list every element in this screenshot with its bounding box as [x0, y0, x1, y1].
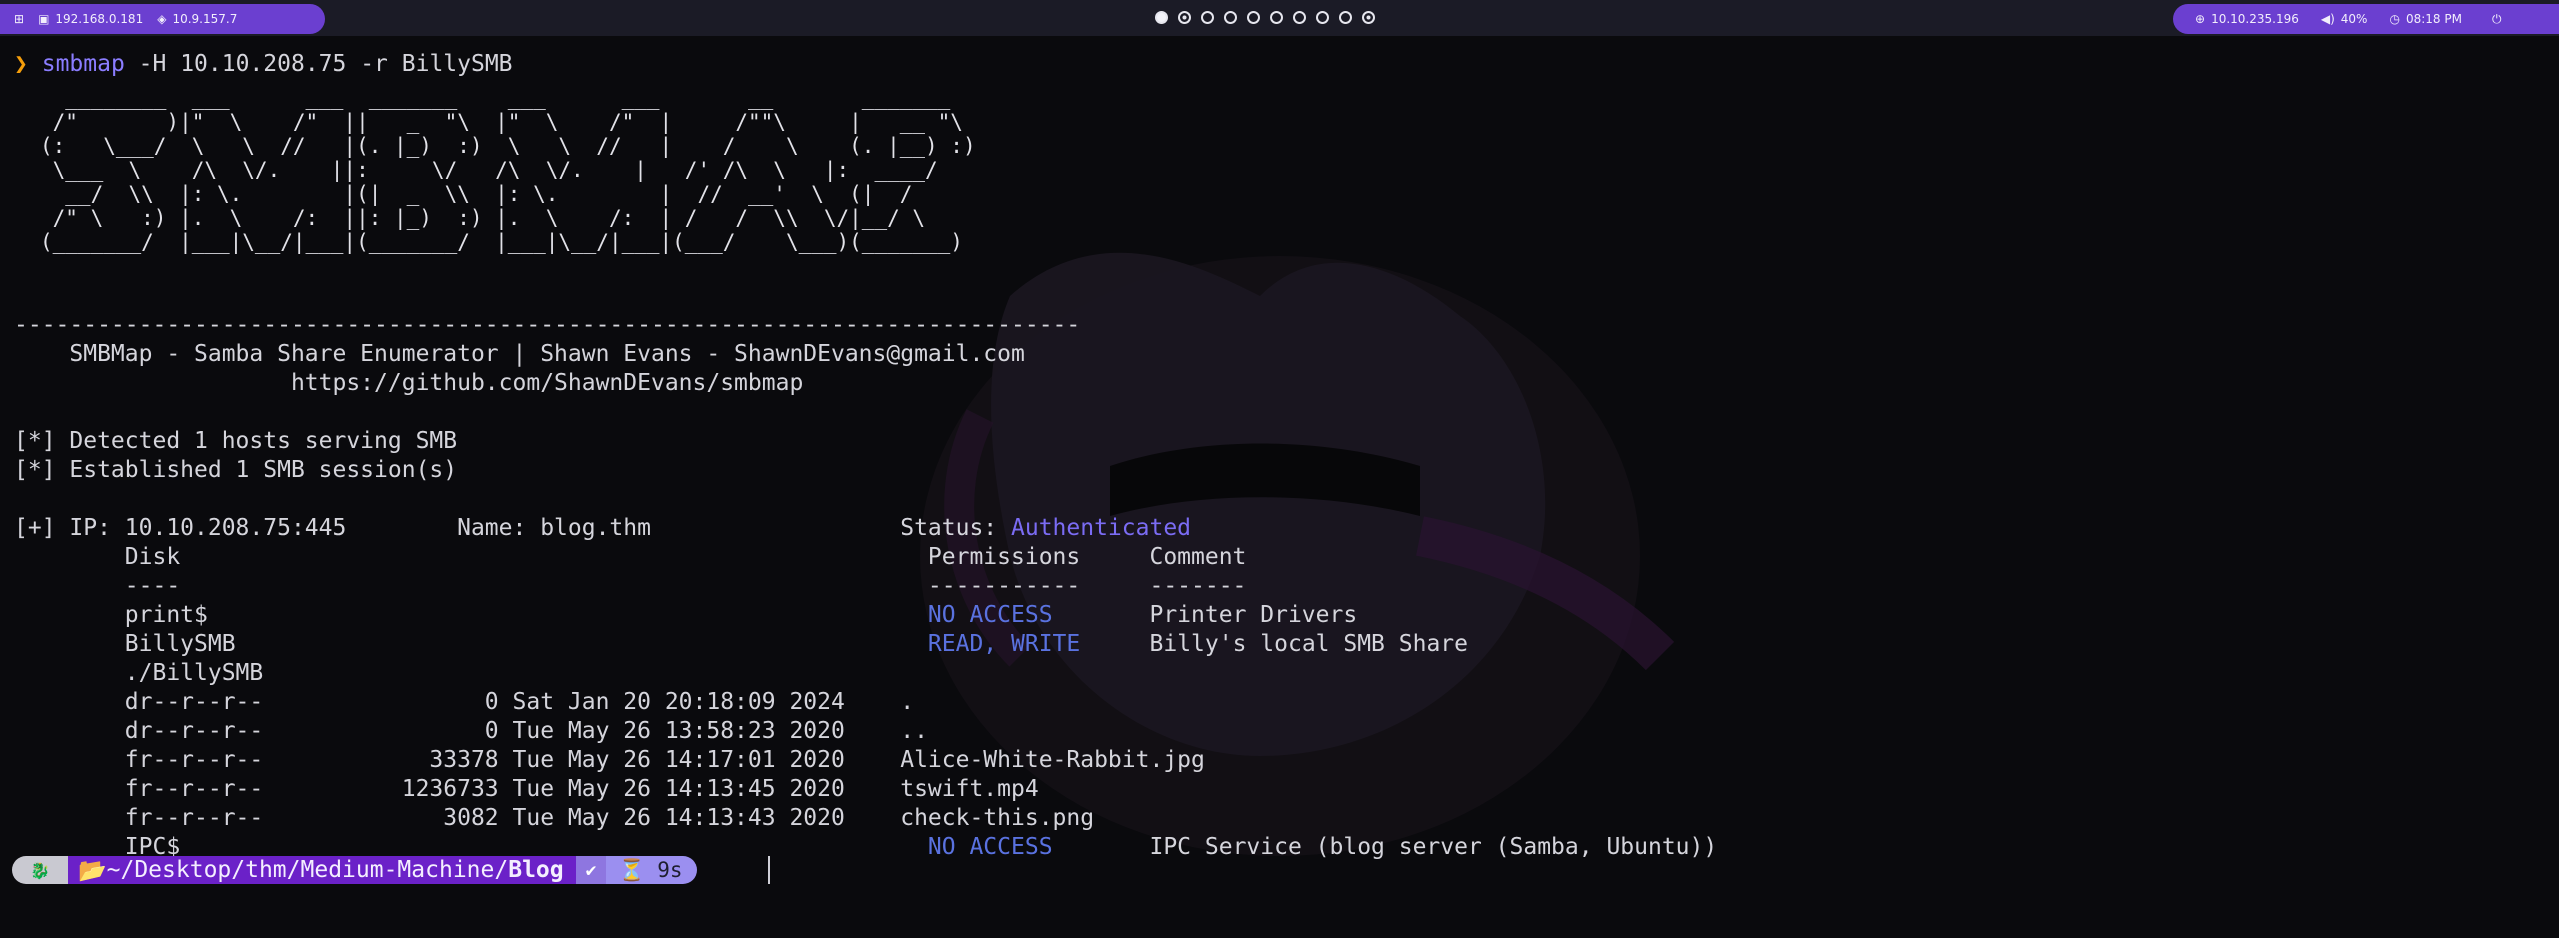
detected-hosts-line: [*] Detected 1 hosts serving SMB — [14, 428, 458, 454]
share-name: print$ — [14, 602, 928, 628]
check-icon: ✔ — [585, 859, 597, 881]
hourglass-icon: ⏳ — [618, 857, 645, 882]
workspace-10-button[interactable] — [1362, 11, 1375, 24]
folder-icon: 📂 — [78, 857, 107, 884]
directory-label: ./BillySMB — [14, 660, 264, 686]
auth-status: Authenticated — [1011, 515, 1192, 541]
network-pill: ⊞ ▣ 192.168.0.181 ◈ 10.9.157.7 — [0, 4, 325, 34]
volume-text: 40% — [2340, 12, 2368, 26]
grid-icon: ⊞ — [14, 12, 25, 26]
path-current-dir: Blog — [508, 857, 564, 883]
clock-text: 08:18 PM — [2405, 12, 2462, 26]
power-icon: ⏻ — [2491, 12, 2502, 26]
banner-credit: SMBMap - Samba Share Enumerator | Shawn … — [14, 341, 1025, 367]
exit-status-segment: ✔ — [575, 856, 607, 884]
duration-text: 9s — [657, 858, 683, 882]
share-comment: Billy's local SMB Share — [1149, 631, 1469, 657]
share-name: BillySMB — [14, 631, 928, 657]
established-session-line: [*] Established 1 SMB session(s) — [14, 457, 458, 483]
path-prefix: ~/Desktop/thm/Medium-Machine/ — [106, 857, 509, 883]
top-status-bar: ⊞ ▣ 192.168.0.181 ◈ 10.9.157.7 ⊕ 10.10.2… — [0, 0, 2559, 36]
clock-widget[interactable]: ◷ 08:18 PM — [2389, 12, 2461, 26]
target-ip-text: 10.10.235.196 — [2211, 12, 2299, 26]
workspace-3-button[interactable] — [1201, 11, 1214, 24]
current-path-segment: 📂 ~/Desktop/thm/Medium-Machine/Blog — [68, 856, 576, 884]
share-comment: IPC Service (blog server (Samba, Ubuntu)… — [1149, 834, 1718, 860]
target-ip-widget[interactable]: ⊕ 10.10.235.196 — [2195, 12, 2299, 26]
kali-dragon-icon: 🐉 — [12, 856, 68, 884]
file-row: fr--r--r-- 1236733 Tue May 26 14:13:45 2… — [14, 776, 1039, 802]
file-row: fr--r--r-- 33378 Tue May 26 14:17:01 202… — [14, 747, 1205, 773]
shield-icon: ◈ — [157, 12, 167, 26]
workspace-7-button[interactable] — [1293, 11, 1306, 24]
workspace-4-button[interactable] — [1224, 11, 1237, 24]
share-table-header: Disk Permissions Comment — [14, 544, 1247, 570]
power-button[interactable]: ⏻ — [2492, 13, 2502, 25]
file-row: dr--r--r-- 0 Sat Jan 20 20:18:09 2024 . — [14, 689, 915, 715]
share-table-rule: ---- ----------- ------- — [14, 573, 1247, 599]
share-comment: Printer Drivers — [1149, 602, 1358, 628]
file-row: fr--r--r-- 3082 Tue May 26 14:13:43 2020… — [14, 805, 1095, 831]
command-line: ❯ smbmap -H 10.10.208.75 -r BillySMB — [14, 50, 513, 79]
speaker-icon: ◀) — [2320, 12, 2335, 26]
workspace-8-button[interactable] — [1316, 11, 1329, 24]
banner-divider: ----------------------------------------… — [14, 312, 1081, 338]
local-ip-widget[interactable]: ▣ 192.168.0.181 — [38, 12, 143, 26]
local-ip-text: 192.168.0.181 — [55, 12, 144, 26]
workspace-2-button[interactable] — [1178, 11, 1191, 24]
workspace-9-button[interactable] — [1339, 11, 1352, 24]
workspace-1-button[interactable] — [1155, 11, 1168, 24]
host-info-text: [+] IP: 10.10.208.75:445 Name: blog.thm … — [14, 515, 1011, 541]
smbmap-ascii-banner: ________ ___ ___ _______ ___ ___ __ ____… — [40, 86, 976, 254]
command-args: -H 10.10.208.75 -r BillySMB — [124, 51, 513, 77]
system-pill: ⊕ 10.10.235.196 ◀) 40% ◷ 08:18 PM ⏻ — [2173, 4, 2559, 34]
host-info-line: [+] IP: 10.10.208.75:445 Name: blog.thm … — [14, 514, 1191, 543]
duration-segment: ⏳ 9s — [606, 856, 697, 884]
workspace-5-button[interactable] — [1247, 11, 1260, 24]
vpn-ip-widget[interactable]: ◈ 10.9.157.7 — [157, 12, 237, 26]
monitor-icon: ▣ — [38, 12, 50, 26]
vpn-ip-text: 10.9.157.7 — [172, 12, 238, 26]
menu-button[interactable]: ⊞ — [14, 13, 24, 25]
workspace-6-button[interactable] — [1270, 11, 1283, 24]
shell-prompt-bar: 🐉 📂 ~/Desktop/thm/Medium-Machine/Blog ✔ ⏳… — [12, 856, 697, 884]
clock-icon: ◷ — [2389, 12, 2400, 26]
file-row: dr--r--r-- 0 Tue May 26 13:58:23 2020 .. — [14, 718, 928, 744]
terminal-window[interactable]: ❯ smbmap -H 10.10.208.75 -r BillySMB ___… — [0, 36, 2559, 938]
prompt-arrow: ❯ — [14, 51, 28, 77]
crosshair-icon: ⊕ — [2195, 12, 2206, 26]
share-permission: NO ACCESS — [927, 834, 1053, 860]
share-row-billysmb: BillySMB READ, WRITE Billy's local SMB S… — [14, 630, 1468, 659]
banner-url: https://github.com/ShawnDEvans/smbmap — [14, 370, 804, 396]
workspace-switcher — [1155, 11, 1375, 24]
command-name: smbmap — [41, 51, 125, 77]
share-row-print: print$ NO ACCESS Printer Drivers — [14, 601, 1357, 630]
text-cursor[interactable] — [768, 856, 770, 884]
share-permission: READ, WRITE — [927, 631, 1081, 657]
share-permission: NO ACCESS — [927, 602, 1053, 628]
volume-widget[interactable]: ◀) 40% — [2321, 12, 2368, 26]
